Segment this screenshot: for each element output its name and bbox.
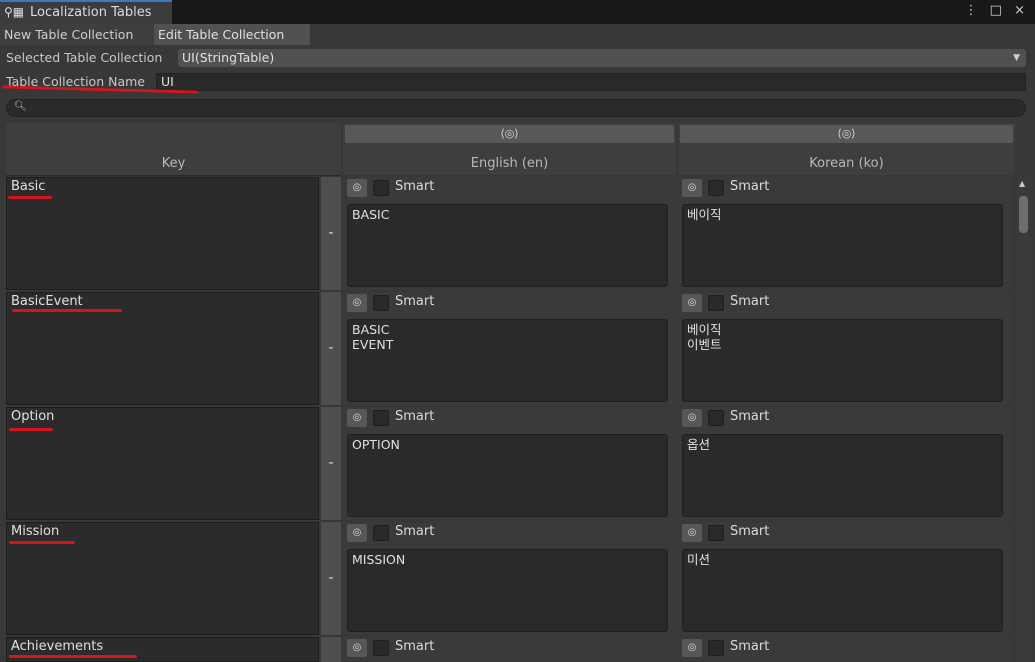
smart-label: Smart — [730, 409, 770, 424]
smart-label: Smart — [730, 524, 770, 539]
entry-key: Achievements — [11, 639, 104, 654]
window-title: Localization Tables — [30, 5, 152, 20]
translation-text-field[interactable]: BASIC EVENT — [347, 319, 668, 402]
column-name: English (en) — [470, 156, 549, 171]
entry-key: Option — [11, 409, 55, 424]
translation-text-field[interactable]: 옵션 — [682, 434, 1003, 517]
translation-cell-en: ◎ Smart BASIC — [343, 177, 676, 290]
table-row-key[interactable]: Mission — [6, 522, 319, 635]
locale-settings-icon[interactable]: ◎ — [347, 639, 367, 657]
translation-cell-ko: ◎ Smart 옵션 — [678, 407, 1011, 520]
locale-settings-icon[interactable]: ◎ — [347, 524, 367, 542]
chevron-down-icon: ▼ — [1013, 53, 1020, 63]
smart-checkbox[interactable] — [373, 410, 389, 426]
locale-settings-icon[interactable]: ◎ — [347, 179, 367, 197]
smart-checkbox[interactable] — [708, 180, 724, 196]
vertical-scrollbar[interactable]: ▲ — [1017, 177, 1031, 662]
smart-label: Smart — [395, 524, 435, 539]
remove-entry-button[interactable]: - — [321, 407, 341, 520]
translation-text-field[interactable]: MISSION — [347, 549, 668, 632]
column-header-english: ⟨◎⟩ English (en) — [343, 123, 676, 175]
search-input[interactable]: 🔍︎ — [6, 99, 1026, 117]
collection-name-input[interactable]: UI — [156, 73, 1026, 91]
smart-checkbox[interactable] — [373, 640, 389, 656]
locale-settings-icon[interactable]: ◎ — [682, 639, 702, 657]
edit-table-collection-button[interactable]: Edit Table Collection — [154, 24, 310, 45]
column-name: Korean (ko) — [809, 156, 884, 171]
key-column-header: Key — [6, 123, 341, 176]
pin-table-icon: ⚲▦ — [4, 5, 25, 19]
translation-cell-en: ◎ Smart MISSION — [343, 522, 676, 635]
annotation-underline — [8, 196, 52, 199]
translation-cell-en: ◎ Smart BASIC EVENT — [343, 292, 676, 405]
search-icon: 🔍︎ — [14, 101, 27, 112]
translation-cell-ko: ◎ Smart — [678, 637, 1011, 662]
annotation-underline — [12, 309, 122, 312]
locale-settings-icon[interactable]: ◎ — [682, 409, 702, 427]
collection-dropdown[interactable]: UI(StringTable) ▼ — [178, 49, 1026, 67]
translation-text-field[interactable]: OPTION — [347, 434, 668, 517]
translation-text-field[interactable]: 베이직 이벤트 — [682, 319, 1003, 402]
smart-label: Smart — [395, 639, 435, 654]
scroll-up-arrow-icon[interactable]: ▲ — [1019, 179, 1025, 188]
translation-text-field[interactable]: 미션 — [682, 549, 1003, 632]
smart-label: Smart — [730, 179, 770, 194]
column-header-korean: ⟨◎⟩ Korean (ko) — [678, 123, 1015, 175]
window-tab[interactable]: ⚲▦ Localization Tables — [0, 0, 172, 24]
entry-key: Mission — [11, 524, 60, 539]
new-table-collection-button[interactable]: New Table Collection — [0, 24, 154, 45]
translation-cell-ko: ◎ Smart 베이직 이벤트 — [678, 292, 1011, 405]
locale-settings-icon[interactable]: ◎ — [682, 179, 702, 197]
smart-label: Smart — [730, 639, 770, 654]
translation-cell-en: ◎ Smart — [343, 637, 676, 662]
translation-text-field[interactable]: 베이직 — [682, 204, 1003, 287]
smart-label: Smart — [395, 179, 435, 194]
smart-checkbox[interactable] — [708, 525, 724, 541]
key-header-label: Key — [161, 156, 186, 171]
translation-cell-en: ◎ Smart OPTION — [343, 407, 676, 520]
smart-checkbox[interactable] — [708, 410, 724, 426]
translation-text-field[interactable]: BASIC — [347, 204, 668, 287]
smart-label: Smart — [395, 409, 435, 424]
smart-checkbox[interactable] — [708, 295, 724, 311]
selected-collection-label: Selected Table Collection — [6, 50, 163, 65]
locale-settings-icon[interactable]: ◎ — [682, 524, 702, 542]
smart-checkbox[interactable] — [373, 295, 389, 311]
locale-settings-icon[interactable]: ⟨◎⟩ — [345, 125, 674, 143]
scrollbar-thumb[interactable] — [1019, 196, 1028, 233]
locale-settings-icon[interactable]: ◎ — [347, 294, 367, 312]
table-row-key[interactable]: Basic — [6, 177, 319, 290]
remove-entry-button[interactable]: - — [321, 292, 341, 405]
smart-label: Smart — [730, 294, 770, 309]
remove-entry-button[interactable]: - — [321, 177, 341, 290]
annotation-underline — [9, 428, 53, 431]
table-row-key[interactable]: Option — [6, 407, 319, 520]
collection-dropdown-value: UI(StringTable) — [182, 50, 275, 65]
translation-cell-ko: ◎ Smart 미션 — [678, 522, 1011, 635]
locale-settings-icon[interactable]: ⟨◎⟩ — [680, 125, 1013, 143]
smart-checkbox[interactable] — [708, 640, 724, 656]
entry-key: BasicEvent — [11, 294, 83, 309]
remove-entry-button[interactable]: - — [321, 522, 341, 635]
locale-settings-icon[interactable]: ◎ — [682, 294, 702, 312]
entry-key: Basic — [11, 179, 46, 194]
table-row-key[interactable]: Achievements — [6, 637, 319, 662]
annotation-underline — [9, 655, 137, 658]
annotation-underline — [9, 541, 75, 544]
window-controls[interactable]: ⋮ □ × — [965, 3, 1029, 18]
smart-label: Smart — [395, 294, 435, 309]
remove-entry-button[interactable] — [321, 637, 341, 662]
smart-checkbox[interactable] — [373, 180, 389, 196]
translation-cell-ko: ◎ Smart 베이직 — [678, 177, 1011, 290]
locale-settings-icon[interactable]: ◎ — [347, 409, 367, 427]
smart-checkbox[interactable] — [373, 525, 389, 541]
